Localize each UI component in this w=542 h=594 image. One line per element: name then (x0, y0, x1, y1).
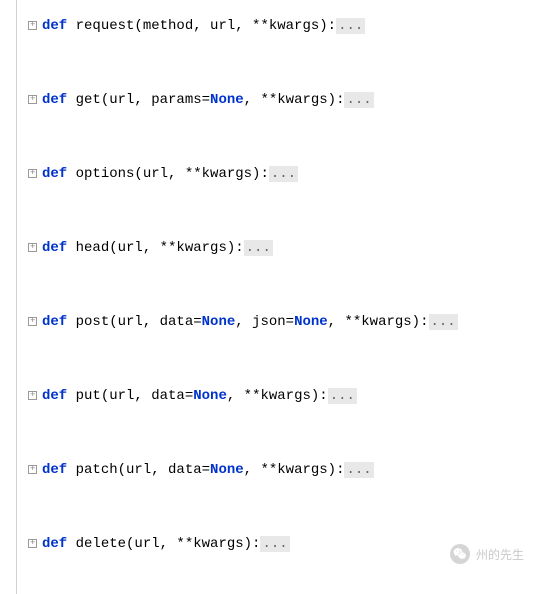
signature-text: get(url, params= (67, 92, 210, 108)
keyword-def: def (42, 388, 67, 404)
signature-text: delete(url, **kwargs): (67, 536, 260, 552)
code-line: def put(url, data=None, **kwargs):... (28, 388, 542, 404)
signature-text: post(url, data= (67, 314, 201, 330)
expand-icon[interactable] (28, 465, 37, 474)
fold-ellipsis[interactable]: ... (336, 18, 365, 34)
expand-icon[interactable] (28, 317, 37, 326)
signature-text: , json= (235, 314, 294, 330)
watermark-text: 州的先生 (476, 546, 524, 563)
keyword-none: None (210, 462, 244, 478)
signature-text: patch(url, data= (67, 462, 210, 478)
signature-text: , **kwargs): (244, 92, 345, 108)
keyword-def: def (42, 166, 67, 182)
fold-ellipsis[interactable]: ... (328, 388, 357, 404)
code-line: def request(method, url, **kwargs):... (28, 18, 542, 34)
keyword-none: None (193, 388, 227, 404)
function-block-options: def options(url, **kwargs):... (8, 166, 542, 182)
function-block-head: def head(url, **kwargs):... (8, 240, 542, 256)
signature-text: , **kwargs): (244, 462, 345, 478)
code-line: def head(url, **kwargs):... (28, 240, 542, 256)
code-line: def options(url, **kwargs):... (28, 166, 542, 182)
function-block-request: def request(method, url, **kwargs):... (8, 18, 542, 34)
signature-text: , **kwargs): (227, 388, 328, 404)
function-block-patch: def patch(url, data=None, **kwargs):... (8, 462, 542, 478)
function-block-get: def get(url, params=None, **kwargs):... (8, 92, 542, 108)
signature-text: request(method, url, **kwargs): (67, 18, 336, 34)
expand-icon[interactable] (28, 539, 37, 548)
watermark: 州的先生 (450, 544, 524, 564)
keyword-none: None (294, 314, 328, 330)
keyword-def: def (42, 92, 67, 108)
fold-ellipsis[interactable]: ... (269, 166, 298, 182)
signature-text: head(url, **kwargs): (67, 240, 243, 256)
fold-ellipsis[interactable]: ... (344, 92, 373, 108)
code-line: def patch(url, data=None, **kwargs):... (28, 462, 542, 478)
expand-icon[interactable] (28, 169, 37, 178)
keyword-def: def (42, 18, 67, 34)
wechat-icon (450, 544, 470, 564)
signature-text: options(url, **kwargs): (67, 166, 269, 182)
fold-ellipsis[interactable]: ... (244, 240, 273, 256)
fold-ellipsis[interactable]: ... (260, 536, 289, 552)
fold-ellipsis[interactable]: ... (429, 314, 458, 330)
code-line: def get(url, params=None, **kwargs):... (28, 92, 542, 108)
expand-icon[interactable] (28, 243, 37, 252)
expand-icon[interactable] (28, 95, 37, 104)
keyword-def: def (42, 462, 67, 478)
function-block-put: def put(url, data=None, **kwargs):... (8, 388, 542, 404)
keyword-def: def (42, 240, 67, 256)
expand-icon[interactable] (28, 391, 37, 400)
keyword-def: def (42, 536, 67, 552)
expand-icon[interactable] (28, 21, 37, 30)
fold-ellipsis[interactable]: ... (344, 462, 373, 478)
signature-text: , **kwargs): (328, 314, 429, 330)
keyword-none: None (202, 314, 236, 330)
signature-text: put(url, data= (67, 388, 193, 404)
keyword-def: def (42, 314, 67, 330)
code-line: def post(url, data=None, json=None, **kw… (28, 314, 542, 330)
keyword-none: None (210, 92, 244, 108)
function-block-post: def post(url, data=None, json=None, **kw… (8, 314, 542, 330)
fold-guide-line (16, 0, 17, 594)
